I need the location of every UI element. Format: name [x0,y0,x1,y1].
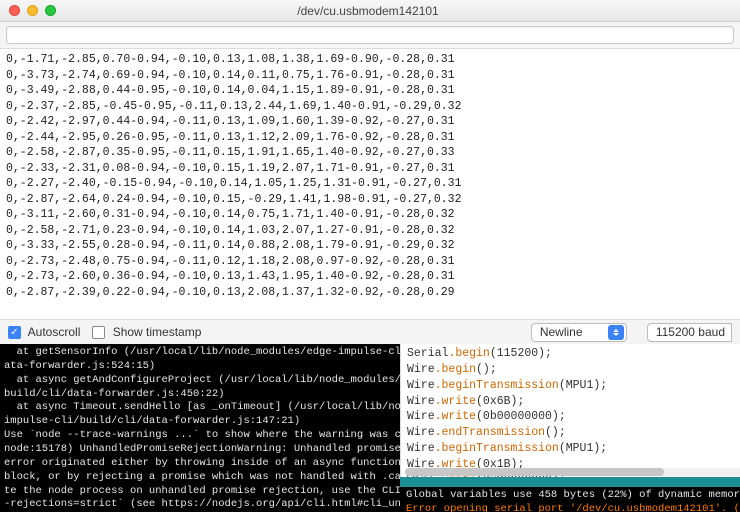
monitor-line: 0,-2.87,-2.39,0.22-0.94,-0.10,0.13,2.08,… [6,285,734,301]
monitor-line: 0,-2.27,-2.40,-0.15-0.94,-0.10,0.14,1.05… [6,176,734,192]
line-ending-value: Newline [540,325,583,339]
monitor-line: 0,-2.42,-2.97,0.44-0.94,-0.11,0.13,1.09,… [6,114,734,130]
terminal-line: -rejections=strict` (see https://nodejs.… [4,498,396,512]
serial-monitor-output[interactable]: 0,-1.71,-2.85,0.70-0.94,-0.10,0.13,1.08,… [0,49,740,319]
terminal-output[interactable]: at getSensorInfo (/usr/local/lib/node_mo… [0,344,400,512]
monitor-line: 0,-1.71,-2.85,0.70-0.94,-0.10,0.13,1.08,… [6,52,734,68]
serial-send-row [0,22,740,49]
console-error-line: Error opening serial port '/dev/cu.usbmo… [406,503,740,512]
baud-rate-value: 115200 baud [656,325,725,339]
monitor-line: 0,-2.87,-2.64,0.24-0.94,-0.10,0.15,-0.29… [6,192,734,208]
ide-status-bar [400,477,740,487]
monitor-line: 0,-2.58,-2.87,0.35-0.95,-0.11,0.15,1.91,… [6,145,734,161]
terminal-line: impulse-cli/build/cli/data-forwarder.js:… [4,415,396,429]
monitor-line: 0,-2.73,-2.60,0.36-0.94,-0.10,0.13,1.43,… [6,269,734,285]
code-line: Wire.write(0x6B); [407,394,740,410]
window-titlebar: /dev/cu.usbmodem142101 [0,0,740,22]
terminal-line: at getSensorInfo (/usr/local/lib/node_mo… [4,346,396,360]
monitor-line: 0,-3.11,-2.60,0.31-0.94,-0.10,0.14,0.75,… [6,207,734,223]
autoscroll-label: Autoscroll [28,325,81,339]
terminal-line: ata-forwarder.js:524:15) [4,360,396,374]
lower-panes: at getSensorInfo (/usr/local/lib/node_mo… [0,344,740,512]
scrollbar-thumb[interactable] [405,468,664,476]
ide-console[interactable]: Global variables use 458 bytes (22%) of … [400,487,740,512]
monitor-line: 0,-2.73,-2.48,0.75-0.94,-0.11,0.12,1.18,… [6,254,734,270]
right-editor-stack: Serial.begin(115200);Wire.begin();Wire.b… [400,344,740,512]
terminal-line: build/cli/data-forwarder.js:450:22) [4,388,396,402]
monitor-line: 0,-2.44,-2.95,0.26-0.95,-0.11,0.13,1.12,… [6,130,734,146]
monitor-line: 0,-3.49,-2.88,0.44-0.95,-0.10,0.14,0.04,… [6,83,734,99]
serial-monitor-footer: Autoscroll Show timestamp Newline 115200… [0,319,740,344]
code-line: Wire.write(0b00000000); [407,409,740,425]
line-ending-select[interactable]: Newline [531,323,627,342]
checkbox-icon [8,326,21,339]
code-editor[interactable]: Serial.begin(115200);Wire.begin();Wire.b… [400,344,740,477]
terminal-line: node:15178) UnhandledPromiseRejectionWar… [4,443,396,457]
terminal-line: te the node process on unhandled promise… [4,485,396,499]
monitor-line: 0,-2.58,-2.71,0.23-0.94,-0.10,0.14,1.03,… [6,223,734,239]
console-line: Global variables use 458 bytes (22%) of … [406,489,740,503]
checkbox-icon [92,326,105,339]
serial-send-input[interactable] [6,26,734,44]
code-line: Wire.begin(); [407,362,740,378]
code-line: Serial.begin(115200); [407,346,740,362]
terminal-line: at async Timeout.sendHello [as _onTimeou… [4,401,396,415]
monitor-line: 0,-2.37,-2.85,-0.45-0.95,-0.11,0.13,2.44… [6,99,734,115]
terminal-line: Use `node --trace-warnings ...` to show … [4,429,396,443]
horizontal-scrollbar[interactable] [405,468,740,476]
monitor-line: 0,-3.73,-2.74,0.69-0.94,-0.10,0.14,0.11,… [6,68,734,84]
baud-rate-select[interactable]: 115200 baud [647,323,732,342]
show-timestamp-checkbox[interactable]: Show timestamp [92,325,201,339]
code-line: Wire.beginTransmission(MPU1); [407,378,740,394]
autoscroll-checkbox[interactable]: Autoscroll [8,325,80,339]
code-line: Wire.endTransmission(); [407,425,740,441]
terminal-line: at async getAndConfigureProject (/usr/lo… [4,374,396,388]
window-title: /dev/cu.usbmodem142101 [0,4,740,18]
show-timestamp-label: Show timestamp [113,325,202,339]
monitor-line: 0,-2.33,-2.31,0.08-0.94,-0.10,0.15,1.19,… [6,161,734,177]
code-line: Wire.beginTransmission(MPU1); [407,441,740,457]
terminal-line: error originated either by throwing insi… [4,457,396,471]
chevron-updown-icon [608,325,624,340]
monitor-line: 0,-3.33,-2.55,0.28-0.94,-0.11,0.14,0.88,… [6,238,734,254]
terminal-line: block, or by rejecting a promise which w… [4,471,396,485]
